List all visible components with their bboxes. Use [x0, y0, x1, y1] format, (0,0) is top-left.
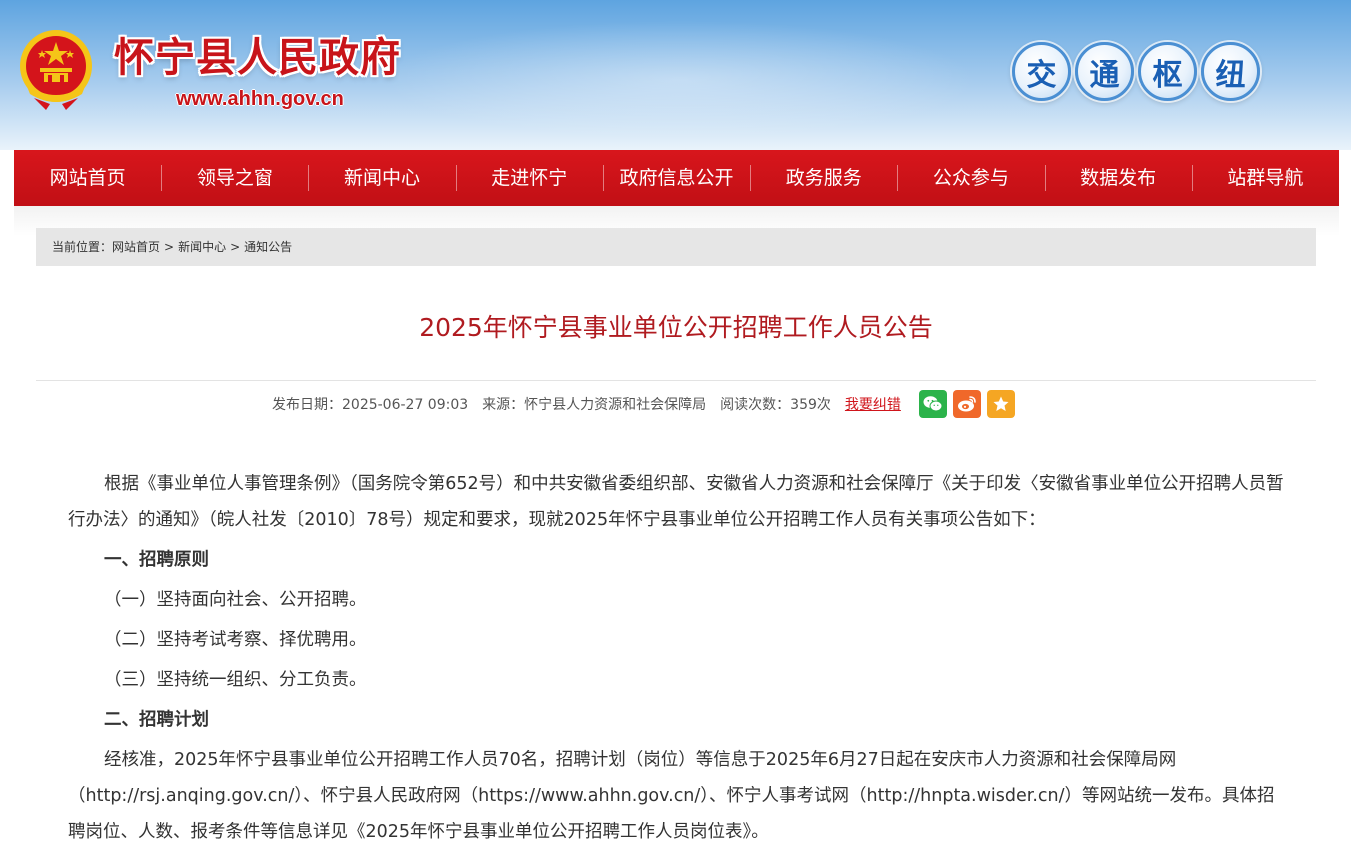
site-url[interactable]: www.ahhn.gov.cn [176, 88, 344, 111]
main-nav: 网站首页 领导之窗 新闻中心 走进怀宁 政府信息公开 政务服务 公众参与 数据发… [14, 150, 1339, 206]
breadcrumb-home[interactable]: 网站首页 [112, 240, 160, 254]
nav-item-about[interactable]: 走进怀宁 [455, 150, 603, 206]
title-divider [36, 380, 1316, 381]
share-weibo-button[interactable] [952, 390, 981, 418]
list-item: （二）坚持考试考察、择优聘用。 [104, 630, 367, 650]
report-error-link[interactable]: 我要纠错 [845, 394, 901, 414]
article-source: 来源：怀宁县人力资源和社会保障局 [482, 397, 707, 413]
site-title[interactable]: 怀宁县人民政府 [114, 34, 401, 82]
hub-badge-niu: 纽 [1201, 42, 1260, 101]
share-buttons [918, 390, 1015, 418]
article-meta: 发布日期：2025-06-27 09:03 来源：怀宁县人力资源和社会保障局 阅… [272, 390, 1015, 418]
breadcrumb: 当前位置：网站首页 > 新闻中心 > 通知公告 [36, 228, 1316, 266]
breadcrumb-news[interactable]: 新闻中心 [178, 240, 226, 254]
read-count: 阅读次数：359次 [720, 397, 831, 413]
national-emblem-icon[interactable] [16, 28, 96, 112]
breadcrumb-prefix: 当前位置： [52, 240, 113, 254]
article-paragraph: 根据《事业单位人事管理条例》（国务院令第652号）和中共安徽省委组织部、安徽省人… [68, 474, 1284, 530]
article-title: 2025年怀宁县事业单位公开招聘工作人员公告 [419, 313, 933, 342]
favorite-star-icon [993, 396, 1009, 411]
transport-hub-badges[interactable]: 交 通 枢 纽 [1012, 42, 1260, 101]
add-favorite-button[interactable] [986, 390, 1015, 418]
nav-item-participation[interactable]: 公众参与 [897, 150, 1044, 206]
nav-item-data[interactable]: 数据发布 [1044, 150, 1192, 206]
list-item: （一）坚持面向社会、公开招聘。 [104, 590, 367, 610]
list-item: （三）坚持统一组织、分工负责。 [104, 670, 367, 690]
breadcrumb-separator: > [164, 240, 175, 254]
hub-badge-jiao: 交 [1012, 42, 1071, 101]
breadcrumb-notices[interactable]: 通知公告 [244, 240, 292, 254]
article-body: 根据《事业单位人事管理条例》（国务院令第652号）和中共安徽省委组织部、安徽省人… [68, 466, 1286, 848]
wechat-icon [923, 396, 943, 412]
share-wechat-button[interactable] [918, 390, 947, 418]
breadcrumb-separator: > [230, 240, 241, 254]
header-glow [380, 20, 980, 140]
section-heading: 二、招聘计划 [104, 710, 209, 730]
hub-badge-tong: 通 [1075, 42, 1134, 101]
article-paragraph: 经核准，2025年怀宁县事业单位公开招聘工作人员70名，招聘计划（岗位）等信息于… [68, 750, 1275, 842]
weibo-icon [957, 396, 976, 412]
nav-item-home[interactable]: 网站首页 [14, 150, 161, 206]
publish-date: 发布日期：2025-06-27 09:03 [272, 397, 469, 413]
site-header: 怀宁县人民政府 www.ahhn.gov.cn 交 通 枢 纽 [0, 0, 1351, 150]
nav-item-leaders[interactable]: 领导之窗 [161, 150, 308, 206]
hub-badge-shu: 枢 [1138, 42, 1197, 101]
nav-item-services[interactable]: 政务服务 [750, 150, 897, 206]
nav-item-news[interactable]: 新闻中心 [308, 150, 455, 206]
nav-item-site-group[interactable]: 站群导航 [1191, 150, 1339, 206]
nav-item-gov-info[interactable]: 政府信息公开 [602, 150, 750, 206]
section-heading: 一、招聘原则 [104, 550, 209, 570]
